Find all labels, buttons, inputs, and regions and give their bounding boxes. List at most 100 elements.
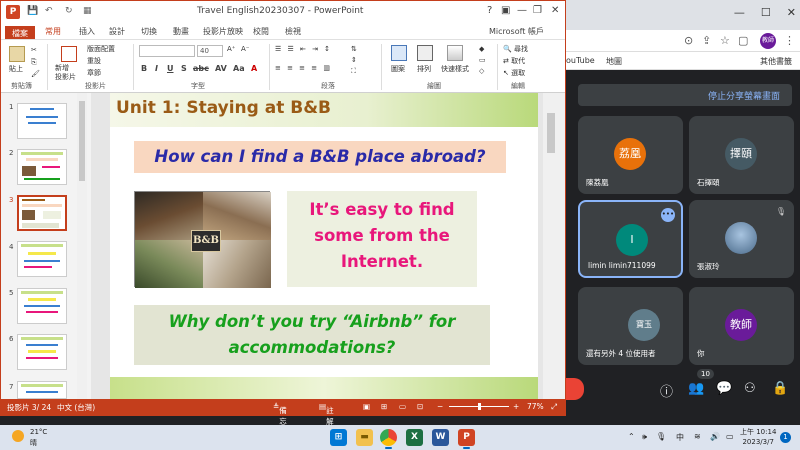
slide-title[interactable]: Unit 1: Staying at B&B bbox=[116, 98, 331, 118]
question-box[interactable]: How can I find a B&B place abroad? bbox=[134, 141, 506, 173]
undo-icon[interactable]: ↶ bbox=[45, 6, 53, 16]
slide-thumbnail[interactable] bbox=[17, 288, 67, 324]
ribbon-options-icon[interactable]: ▣ bbox=[501, 5, 510, 16]
bold-button[interactable]: B bbox=[141, 64, 147, 73]
quick-styles-button[interactable]: 快速樣式 bbox=[441, 64, 469, 74]
shadow-button[interactable]: S bbox=[181, 64, 187, 73]
star-icon[interactable]: ☆ bbox=[720, 34, 730, 47]
menu-icon[interactable]: ⋮ bbox=[784, 34, 795, 47]
sorter-view-icon[interactable]: ⊞ bbox=[381, 402, 387, 411]
speaker-icon[interactable]: 🕪 bbox=[642, 432, 647, 442]
participant-tile-active[interactable]: ••• I limin limin711099 bbox=[578, 200, 683, 278]
change-case-button[interactable]: Aa bbox=[233, 64, 245, 73]
slide-thumbnail[interactable] bbox=[17, 241, 67, 277]
camera-icon[interactable]: ⊙ bbox=[684, 34, 693, 47]
slide-canvas[interactable]: Unit 1: Staying at B&B How can I find a … bbox=[110, 93, 538, 399]
smartart-icon[interactable]: ⛶ bbox=[351, 67, 356, 76]
participant-tile[interactable]: 擇頤 石擇頤 bbox=[689, 116, 794, 194]
redo-icon[interactable]: ↻ bbox=[65, 6, 73, 16]
save-icon[interactable]: 💾 bbox=[27, 6, 38, 16]
weather-temp[interactable]: 21°C bbox=[30, 428, 47, 436]
minimize-icon[interactable]: — bbox=[517, 5, 527, 16]
select-button[interactable]: ↖ 選取 bbox=[503, 68, 525, 78]
spacing-button[interactable]: AV bbox=[215, 64, 227, 73]
zoom-level[interactable]: 77% bbox=[527, 402, 544, 411]
slide-thumbnail[interactable] bbox=[17, 334, 67, 370]
grow-font-icon[interactable]: A⁺ bbox=[227, 45, 235, 53]
more-options-icon[interactable]: ••• bbox=[661, 208, 675, 222]
bookmark-youtube[interactable]: ouTube bbox=[566, 56, 595, 65]
slide-thumbnail-selected[interactable] bbox=[17, 195, 67, 231]
paste-button[interactable]: 貼上 bbox=[9, 64, 23, 74]
tab-animations[interactable]: 動畫 bbox=[173, 26, 189, 37]
word-icon[interactable]: W bbox=[432, 429, 449, 446]
shape-fill-icon[interactable]: ◆ bbox=[479, 45, 484, 53]
arrange-icon[interactable] bbox=[417, 45, 433, 61]
replace-button[interactable]: ⇄ 取代 bbox=[503, 56, 525, 66]
font-color-icon[interactable]: A bbox=[251, 64, 257, 73]
find-button[interactable]: 🔍 尋找 bbox=[503, 44, 528, 54]
tab-design[interactable]: 設計 bbox=[109, 26, 125, 37]
shrink-font-icon[interactable]: A⁻ bbox=[241, 45, 249, 53]
bnb-photo-collage[interactable]: B&B bbox=[134, 191, 271, 288]
underline-button[interactable]: U bbox=[167, 64, 174, 73]
reset-button[interactable]: 重設 bbox=[87, 56, 101, 66]
wifi-icon[interactable]: ≋ bbox=[694, 432, 701, 441]
bookmark-other[interactable]: 其他書籤 bbox=[760, 56, 792, 67]
participant-tile[interactable]: 寶玉 還有另外 4 位使用者 bbox=[578, 287, 683, 365]
copy-icon[interactable]: ⎘ bbox=[31, 58, 37, 67]
normal-view-icon[interactable]: ▣ bbox=[363, 402, 370, 411]
align-text-icon[interactable]: ⇕ bbox=[351, 56, 357, 64]
info-icon[interactable]: ⓘ bbox=[660, 381, 673, 400]
minimize-icon[interactable]: — bbox=[734, 6, 745, 19]
bookmark-maps[interactable]: 地圖 bbox=[606, 56, 622, 67]
activities-icon[interactable]: ⚇ bbox=[744, 381, 756, 396]
volume-icon[interactable]: 🔊 bbox=[710, 432, 720, 441]
cut-icon[interactable]: ✂ bbox=[31, 46, 37, 54]
weather-desc[interactable]: 晴 bbox=[30, 438, 37, 448]
align-icon[interactable]: ≡ ≡ ≡ ≡ ▥ bbox=[275, 64, 332, 72]
participant-tile[interactable]: 荔凰 陳荔凰 bbox=[578, 116, 683, 194]
present-icon[interactable]: ▦ bbox=[83, 6, 92, 16]
arrange-button[interactable]: 排列 bbox=[417, 64, 431, 74]
new-slide-icon[interactable] bbox=[61, 46, 77, 62]
format-painter-icon[interactable]: 🖌 bbox=[31, 70, 40, 78]
comments-button[interactable]: ▤ 註解 bbox=[319, 402, 334, 426]
shape-effects-icon[interactable]: ◇ bbox=[479, 67, 484, 75]
restore-icon[interactable]: ❐ bbox=[533, 5, 542, 16]
account-link[interactable]: Microsoft 帳戶 bbox=[489, 26, 544, 37]
bullets-icon[interactable]: ☰ ☰ ⇤ ⇥ ↕ bbox=[275, 45, 332, 53]
slide-thumbnail[interactable] bbox=[17, 381, 67, 399]
close-icon[interactable]: ✕ bbox=[551, 5, 559, 16]
new-slide-button[interactable]: 新增 投影片 bbox=[55, 64, 76, 82]
close-icon[interactable]: ✕ bbox=[787, 6, 796, 19]
section-button[interactable]: 章節 bbox=[87, 68, 101, 78]
answer-box[interactable]: It’s easy to find some from the Internet… bbox=[287, 191, 477, 287]
stop-share-button[interactable]: 停止分享螢幕畫面 bbox=[578, 84, 792, 106]
slide-thumbnail[interactable] bbox=[17, 103, 67, 139]
mic-icon[interactable]: 🎙 bbox=[656, 432, 666, 441]
font-name-dropdown[interactable] bbox=[139, 45, 195, 57]
thumbnail-scrollbar[interactable] bbox=[77, 93, 87, 399]
reading-view-icon[interactable]: ▭ bbox=[399, 402, 406, 411]
tab-slideshow[interactable]: 投影片放映 bbox=[203, 26, 243, 37]
excel-icon[interactable]: X bbox=[406, 429, 423, 446]
battery-icon[interactable]: ▭ bbox=[726, 432, 734, 441]
shape-outline-icon[interactable]: ▭ bbox=[479, 56, 486, 64]
slide-thumbnail[interactable] bbox=[17, 149, 67, 185]
tab-transitions[interactable]: 切換 bbox=[141, 26, 157, 37]
strikethrough-button[interactable]: abc bbox=[193, 64, 209, 73]
weather-sun-icon[interactable] bbox=[12, 430, 24, 442]
profile-avatar[interactable]: 教師 bbox=[760, 33, 776, 49]
help-icon[interactable]: ? bbox=[487, 5, 492, 16]
tab-home[interactable]: 常用 bbox=[45, 26, 61, 37]
suggestion-box[interactable]: Why don’t you try “Airbnb” for accommoda… bbox=[134, 305, 490, 365]
tray-overflow-icon[interactable]: ⌃ bbox=[628, 432, 635, 441]
italic-button[interactable]: I bbox=[155, 64, 158, 73]
tab-view[interactable]: 檢視 bbox=[285, 26, 301, 37]
zoom-slider[interactable] bbox=[449, 403, 509, 410]
layout-button[interactable]: 版面配置 bbox=[87, 44, 115, 54]
zoom-out-icon[interactable]: − bbox=[437, 402, 443, 411]
chat-icon[interactable]: 💬 bbox=[716, 381, 732, 396]
slideshow-view-icon[interactable]: ⊡ bbox=[417, 402, 423, 411]
